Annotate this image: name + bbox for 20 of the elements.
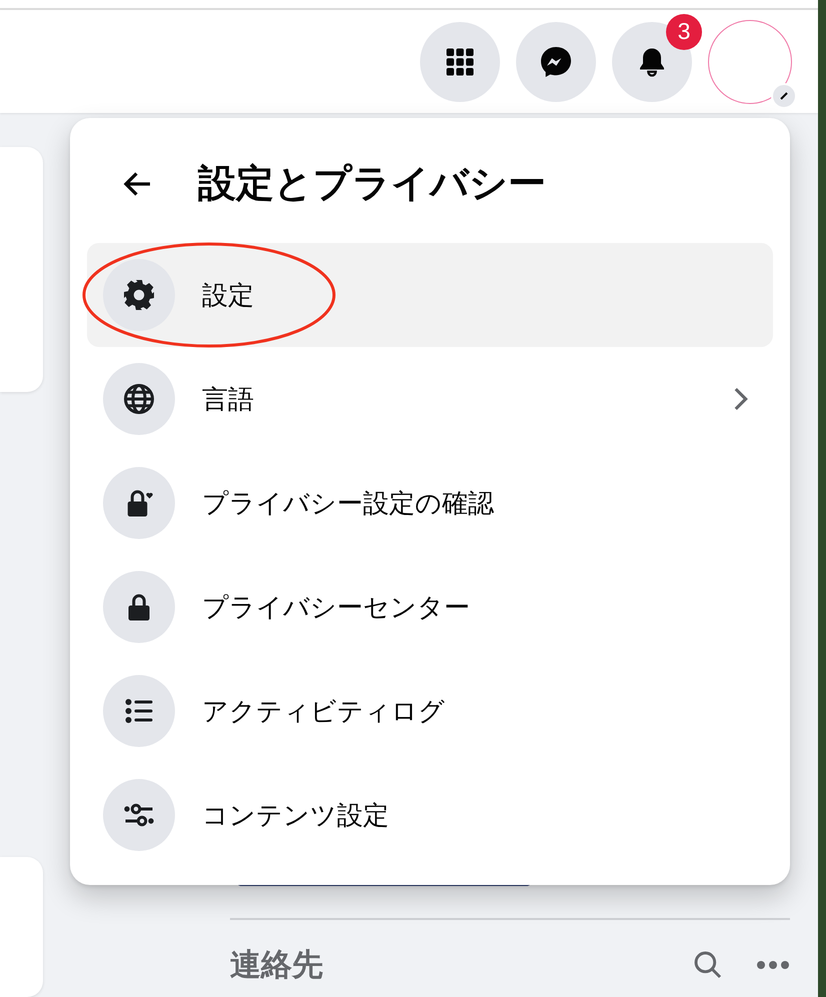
- menu-item-label: 言語: [202, 382, 255, 416]
- search-icon: [692, 949, 724, 981]
- contacts-heading: 連絡先: [230, 946, 324, 984]
- menu-item-label: 設定: [202, 278, 255, 312]
- globe-icon: [121, 381, 157, 417]
- menu-item-label: コンテンツ設定: [202, 798, 390, 832]
- more-icon: [756, 960, 790, 970]
- menu-title: 設定とプライバシー: [198, 162, 546, 207]
- menu-item[interactable]: アクティビティログ: [87, 659, 773, 763]
- search-button[interactable]: [692, 949, 724, 981]
- menu-item[interactable]: 言語: [87, 347, 773, 451]
- menu-item[interactable]: プライバシーセンター: [87, 555, 773, 659]
- menu-item-label: プライバシー設定の確認: [202, 486, 495, 520]
- menu-item-label: アクティビティログ: [202, 694, 446, 728]
- notification-badge: 3: [666, 14, 702, 50]
- menu-item[interactable]: プライバシー設定の確認: [87, 451, 773, 555]
- more-button[interactable]: [756, 960, 790, 970]
- menu-item[interactable]: コンテンツ設定: [87, 763, 773, 867]
- gear-icon: [121, 277, 157, 313]
- menu-item-label: プライバシーセンター: [202, 590, 471, 624]
